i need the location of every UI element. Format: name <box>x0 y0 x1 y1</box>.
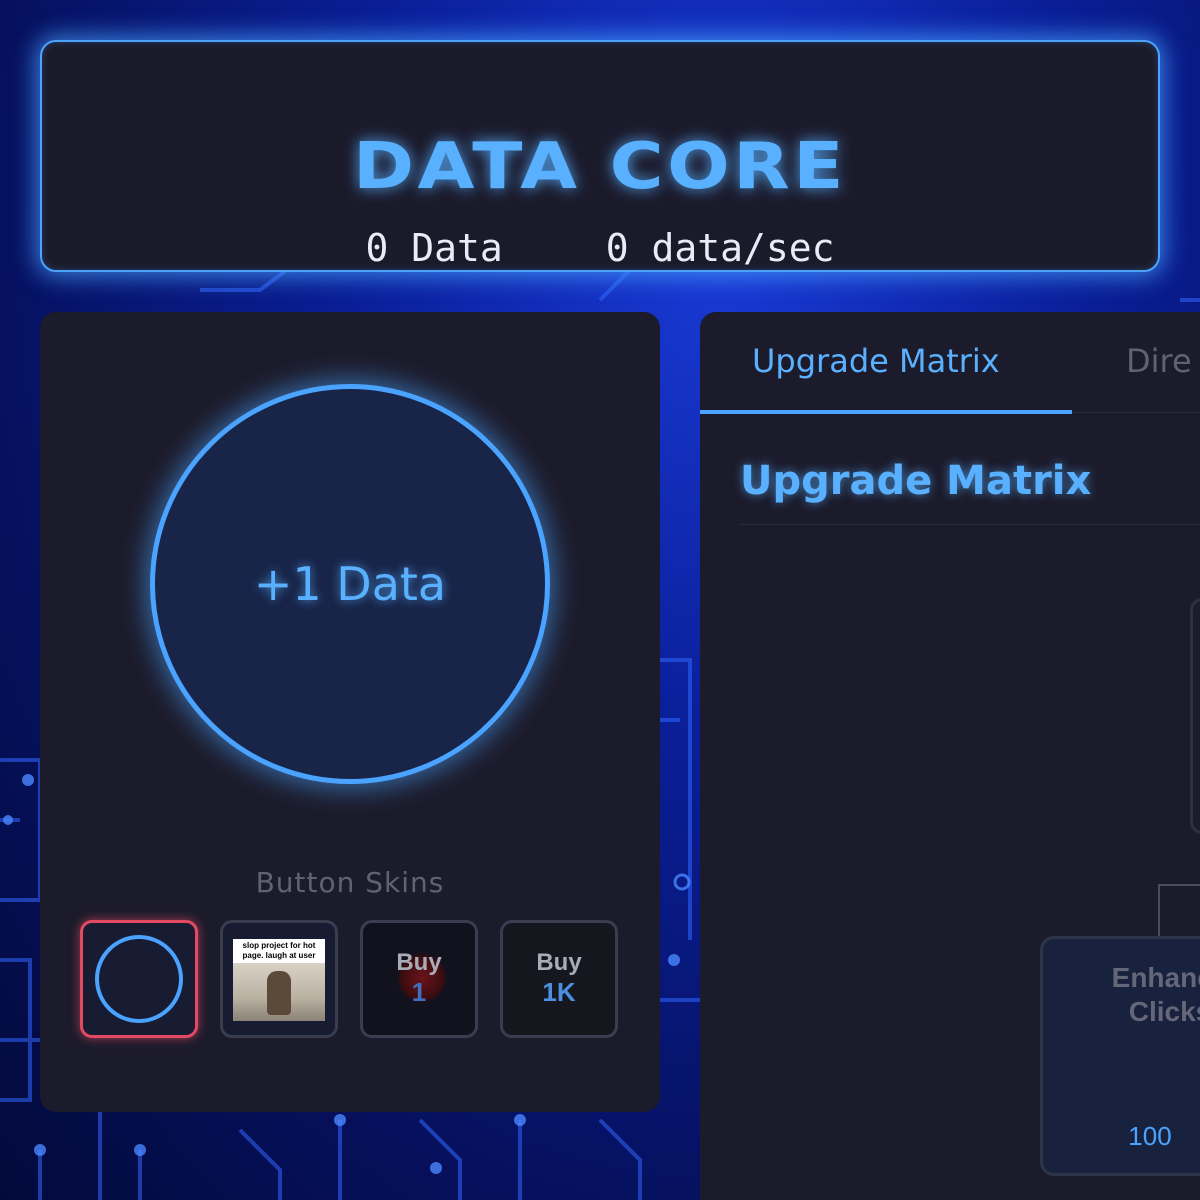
clicker-panel: +1 Data Button Skins slop project for ho… <box>40 312 660 1112</box>
tab-upgrade-matrix[interactable]: Upgrade Matrix <box>752 342 1000 380</box>
meme-caption: slop project for hot page. laugh at user <box>242 941 316 960</box>
active-tab-indicator <box>700 410 1072 414</box>
click-button-label: +1 Data <box>253 557 447 611</box>
data-count: 0 Data <box>365 226 503 270</box>
ring-icon <box>95 935 183 1023</box>
skin-buy-1k[interactable]: Buy 1K <box>500 920 618 1038</box>
page-title: DATA CORE <box>353 130 847 204</box>
skin-default[interactable] <box>80 920 198 1038</box>
node-connector <box>1158 884 1200 886</box>
upgrade-node-title: Enhance Clicks <box>1111 962 1200 1027</box>
node-connector <box>1158 884 1160 938</box>
skin-buy-word: Buy <box>396 949 442 976</box>
skin-meme[interactable]: slop project for hot page. laugh at user <box>220 920 338 1038</box>
meme-thumbnail: slop project for hot page. laugh at user <box>233 939 325 1021</box>
meme-scene-image <box>233 963 325 1021</box>
section-divider <box>740 524 1200 525</box>
tab-directives[interactable]: Dire <box>1126 342 1192 380</box>
tab-divider <box>1072 412 1200 413</box>
upgrade-node-partial[interactable] <box>1190 598 1200 834</box>
upgrades-panel: Upgrade Matrix Dire Upgrade Matrix Enhan… <box>700 312 1200 1200</box>
data-rate: 0 data/sec <box>605 226 835 270</box>
skin-buy-amount: 1 <box>411 977 427 1007</box>
upgrade-node-cost: 100 <box>1128 1121 1172 1151</box>
upgrade-node-enhance-clicks[interactable]: Enhance Clicks 100 <box>1040 936 1200 1176</box>
skin-buy-word: Buy <box>536 949 582 976</box>
meme-figure <box>267 971 291 1015</box>
skin-buy-amount: 1K <box>542 977 576 1007</box>
header-panel: DATA CORE 0 Data 0 data/sec <box>40 40 1160 272</box>
stats-bar: 0 Data 0 data/sec <box>42 226 1158 270</box>
skin-buy-1[interactable]: Buy 1 <box>360 920 478 1038</box>
section-title: Upgrade Matrix <box>740 458 1092 504</box>
skins-heading: Button Skins <box>255 866 445 899</box>
data-click-button[interactable]: +1 Data <box>150 384 550 784</box>
